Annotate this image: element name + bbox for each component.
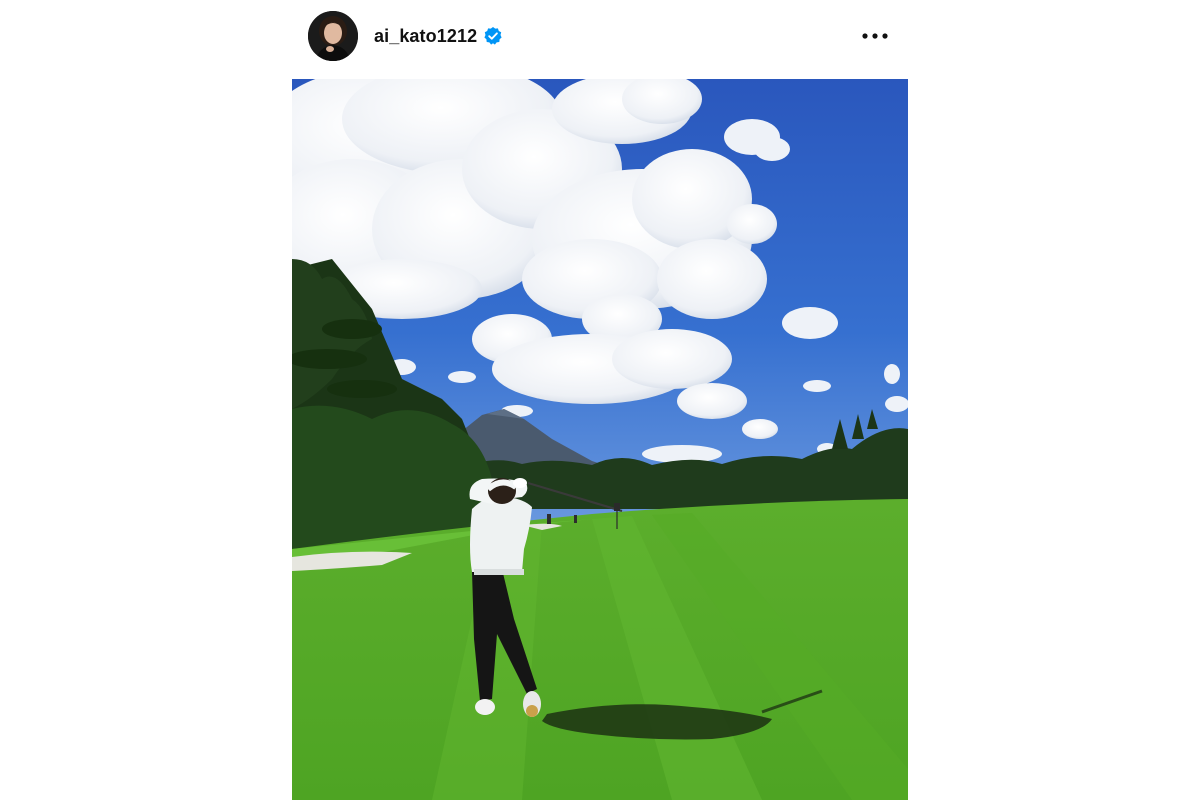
username-link[interactable]: ai_kato1212 xyxy=(374,26,477,47)
verified-badge-icon xyxy=(483,26,503,46)
golf-course-photo xyxy=(292,79,908,800)
more-horizontal-icon xyxy=(862,33,888,39)
post-header: ai_kato1212 xyxy=(292,0,908,79)
avatar-image xyxy=(308,11,358,61)
instagram-post: ai_kato1212 xyxy=(292,0,908,800)
avatar[interactable] xyxy=(308,11,358,61)
username-row: ai_kato1212 xyxy=(374,24,503,48)
post-photo[interactable] xyxy=(292,79,908,800)
more-options-button[interactable] xyxy=(860,22,890,50)
